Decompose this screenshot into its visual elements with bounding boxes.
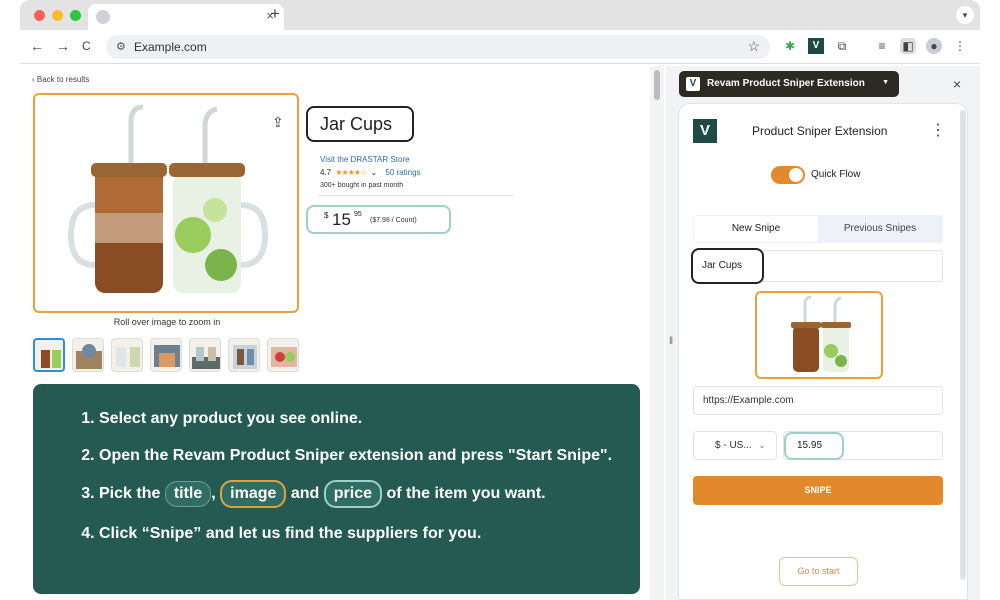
quick-flow-label: Quick Flow	[811, 169, 861, 180]
thumbnail[interactable]	[72, 338, 104, 372]
back-to-results-link[interactable]: ‹ Back to results	[32, 75, 89, 84]
thumbnail[interactable]	[189, 338, 221, 372]
product-main-image[interactable]	[33, 93, 299, 313]
site-info-icon[interactable]: ⚙	[116, 40, 126, 53]
instructions-panel: Select any product you see online. Open …	[33, 384, 640, 594]
bookmark-star-icon[interactable]: ☆	[747, 38, 760, 55]
extension-selector[interactable]: V Revam Product Sniper Extension ▼	[679, 71, 899, 97]
step3-and: and	[290, 485, 320, 502]
selected-image[interactable]	[755, 291, 883, 379]
tab-bar: × + ▾	[20, 0, 980, 30]
bought-count: 300+ bought in past month	[320, 182, 404, 189]
star-rating-icon[interactable]: ★★★★☆	[335, 168, 367, 177]
thumbnail[interactable]	[267, 338, 299, 372]
instruction-step-1: Select any product you see online.	[99, 407, 617, 430]
rating-row: 4.7 ★★★★☆ ⌄ 50 ratings	[320, 168, 421, 177]
back-button[interactable]: ←	[30, 38, 44, 54]
step3-comma: ,	[211, 485, 216, 502]
step3-suffix: of the item you want.	[386, 485, 546, 502]
go-to-start-button[interactable]: Go to start	[779, 557, 858, 586]
side-panel-close-icon[interactable]: ×	[953, 76, 961, 92]
price-whole: 15	[332, 210, 351, 229]
rating-dropdown-icon[interactable]: ⌄	[370, 168, 377, 177]
price-field-value[interactable]: 15.95	[784, 432, 844, 460]
share-icon[interactable]: ⇪	[272, 114, 284, 131]
chevron-down-icon: ⌄	[758, 441, 766, 450]
title-pill: title	[164, 481, 212, 507]
minimize-window-button[interactable]	[52, 10, 63, 21]
jar-cups-image	[67, 104, 269, 293]
snipe-tabs: New Snipe Previous Snipes	[693, 215, 943, 243]
card-scrollbar[interactable]	[960, 110, 966, 580]
tab-previous-snipes[interactable]: Previous Snipes	[818, 216, 942, 242]
rating-value: 4.7	[320, 168, 332, 177]
image-pill: image	[220, 480, 287, 508]
media-controls-icon[interactable]: ≡	[874, 38, 890, 54]
extension-puzzle-green-icon[interactable]: ✱	[782, 38, 798, 54]
price-currency: $	[324, 211, 329, 220]
profile-avatar-icon[interactable]: ●	[926, 38, 942, 54]
browser-toolbar: ← → C ⚙ Example.com ☆ ✱ V ⧉ ≡ ◧ ● ⋮	[20, 30, 980, 64]
revam-extension-icon[interactable]: V	[808, 38, 824, 54]
url-field[interactable]: https://Example.com	[693, 386, 943, 415]
browser-tab[interactable]: ×	[88, 4, 284, 30]
toggle-knob	[789, 168, 803, 182]
browser-menu-icon[interactable]: ⋮	[952, 38, 968, 54]
tab-new-snipe[interactable]: New Snipe	[694, 216, 818, 242]
instruction-step-4: Click “Snipe” and let us find the suppli…	[99, 522, 617, 545]
product-title[interactable]: Jar Cups	[306, 106, 414, 142]
page-scrollbar[interactable]	[650, 66, 664, 600]
thumbnail[interactable]	[150, 338, 182, 372]
price-pill: price	[323, 480, 383, 508]
snipe-button[interactable]: SNIPE	[693, 476, 943, 505]
price-cents: 95	[354, 211, 362, 218]
currency-value: $ - US...	[715, 440, 752, 451]
window-controls	[34, 10, 81, 21]
reload-button[interactable]: C	[82, 39, 91, 53]
instruction-steps: Select any product you see online. Open …	[77, 407, 617, 559]
zoom-hint: Roll over image to zoom in	[113, 317, 221, 327]
forward-button[interactable]: →	[56, 38, 70, 54]
product-price[interactable]: $ 15 95 ($7.98 / Count)	[306, 205, 451, 234]
jar-cups-thumbnail	[791, 295, 851, 372]
extension-selector-label: Revam Product Sniper Extension	[707, 78, 865, 89]
divider	[318, 195, 514, 196]
zoom-window-button[interactable]	[70, 10, 81, 21]
thumbnail-strip	[33, 338, 299, 372]
close-window-button[interactable]	[34, 10, 45, 21]
address-text[interactable]: Example.com	[134, 40, 207, 54]
side-panel-icon[interactable]: ◧	[900, 38, 916, 54]
address-bar[interactable]: ⚙ Example.com ☆	[106, 35, 770, 59]
more-options-icon[interactable]: ⋮	[930, 120, 946, 140]
ratings-count-link[interactable]: 50 ratings	[385, 168, 420, 177]
brand-name: Product Sniper Extension	[752, 124, 888, 138]
title-field-value[interactable]: Jar Cups	[691, 248, 764, 284]
brand-logo-icon: V	[693, 119, 717, 143]
new-tab-button[interactable]: +	[270, 4, 280, 24]
thumbnail[interactable]	[111, 338, 143, 372]
revam-logo-icon: V	[686, 77, 700, 91]
quick-flow-toggle[interactable]	[771, 166, 805, 184]
page-scroll-thumb[interactable]	[654, 70, 660, 100]
side-panel-resize-handle[interactable]: ‖	[669, 336, 673, 347]
instruction-step-3: Pick the title, image and price of the i…	[99, 480, 617, 508]
store-link[interactable]: Visit the DRASTAR Store	[320, 155, 410, 164]
tab-search-icon[interactable]: ▾	[956, 6, 974, 24]
favicon-icon	[96, 10, 110, 24]
step3-prefix: Pick the	[99, 485, 161, 502]
caret-down-icon: ▼	[882, 79, 889, 86]
extensions-icon[interactable]: ⧉	[834, 38, 850, 54]
instruction-step-2: Open the Revam Product Sniper extension …	[99, 444, 617, 467]
thumbnail[interactable]	[228, 338, 260, 372]
price-per-unit: ($7.98 / Count)	[370, 217, 417, 224]
currency-select[interactable]: $ - US... ⌄	[693, 431, 777, 460]
thumbnail[interactable]	[33, 338, 65, 372]
